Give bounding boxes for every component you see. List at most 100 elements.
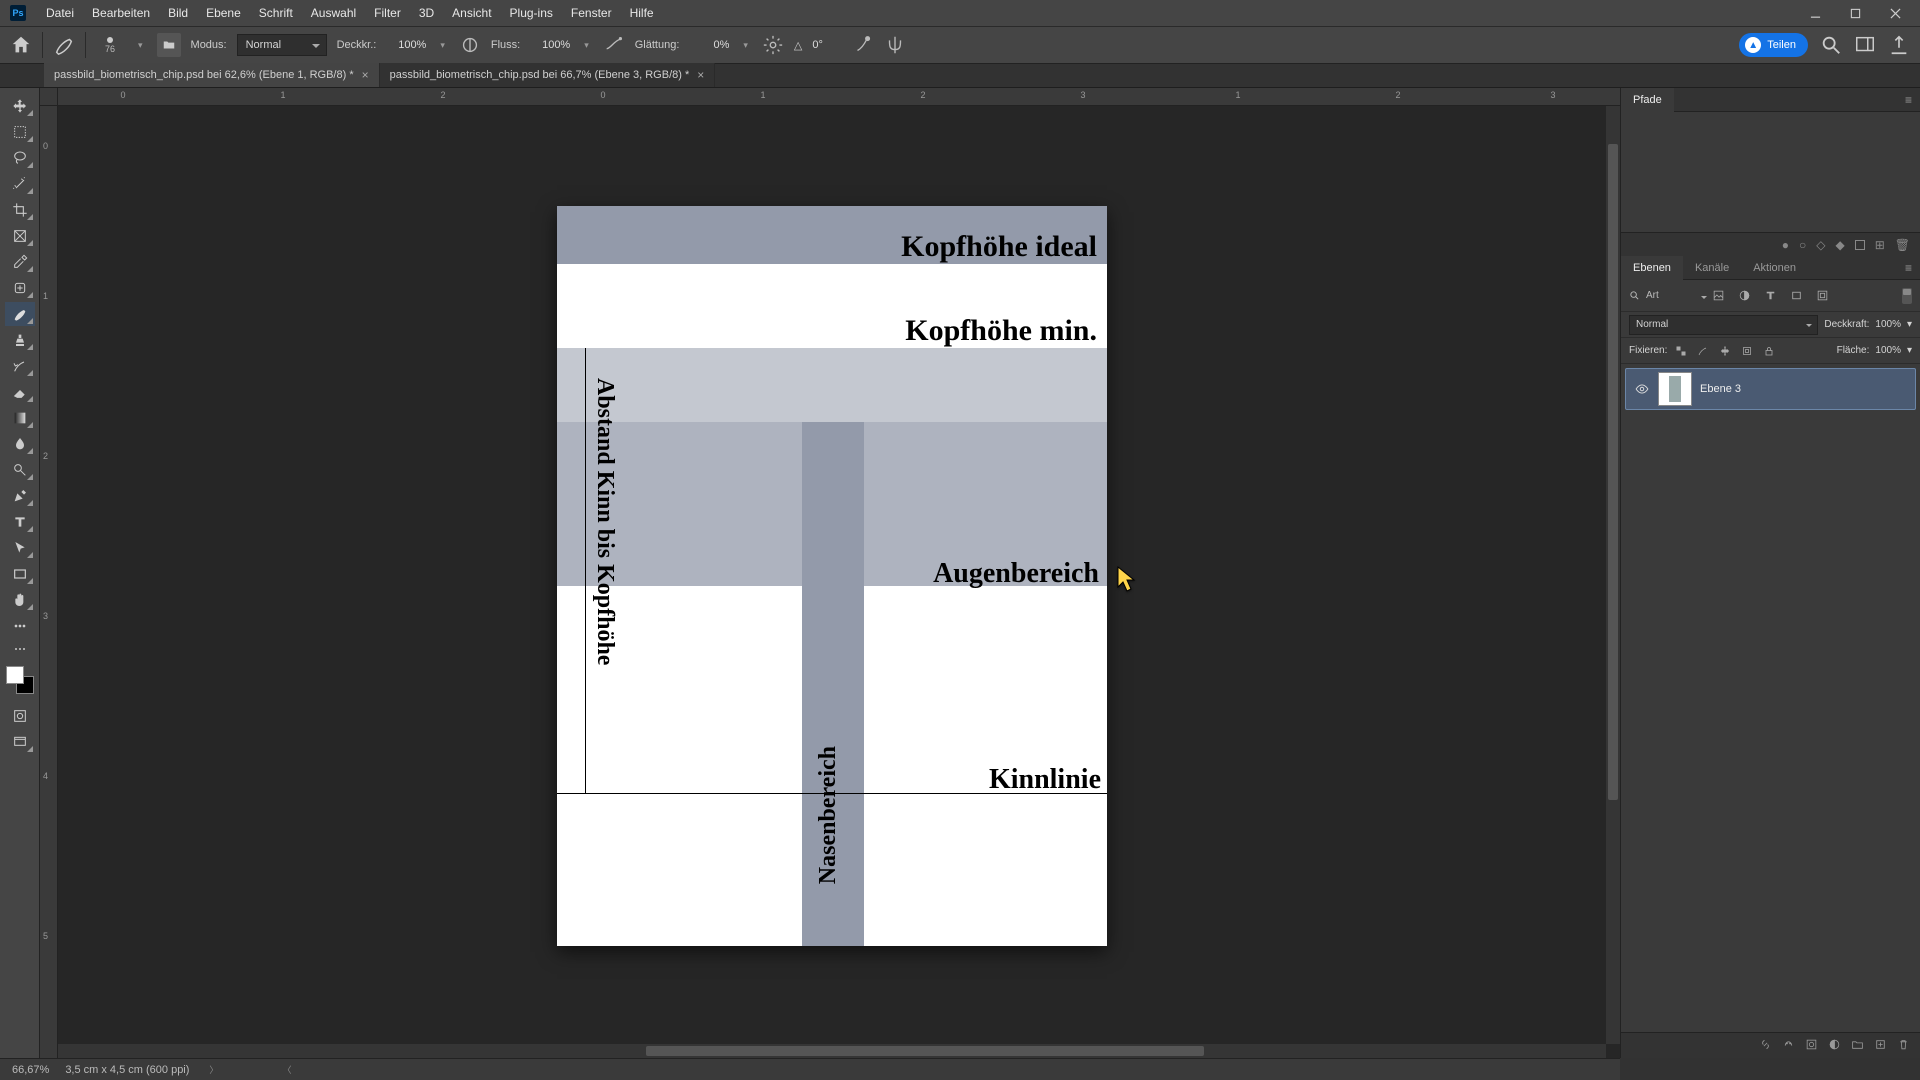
close-icon[interactable]: × xyxy=(362,68,369,82)
flow-value[interactable]: 100% xyxy=(530,39,570,51)
chevron-down-icon[interactable]: ▾ xyxy=(580,40,593,51)
menu-filter[interactable]: Filter xyxy=(366,0,409,26)
brush-preset-picker[interactable]: 76 xyxy=(96,31,124,59)
foreground-color-swatch[interactable] xyxy=(6,666,24,684)
layer-name[interactable]: Ebene 3 xyxy=(1700,383,1741,395)
type-tool[interactable] xyxy=(5,510,35,534)
panel-menu-icon[interactable]: ≡ xyxy=(1897,93,1920,107)
lock-position-icon[interactable] xyxy=(1717,343,1733,359)
export-icon[interactable] xyxy=(1888,34,1910,56)
history-brush-tool[interactable] xyxy=(5,354,35,378)
lock-artboard-icon[interactable] xyxy=(1739,343,1755,359)
pressure-size-icon[interactable] xyxy=(852,34,874,56)
menu-window[interactable]: Fenster xyxy=(563,0,620,26)
menu-3d[interactable]: 3D xyxy=(411,0,442,26)
filter-pixel-icon[interactable] xyxy=(1709,287,1727,305)
blend-mode-dropdown[interactable]: Normal xyxy=(237,34,327,56)
filter-toggle[interactable] xyxy=(1902,288,1912,304)
menu-view[interactable]: Ansicht xyxy=(444,0,499,26)
smoothing-gear-icon[interactable] xyxy=(762,34,784,56)
document-tab[interactable]: passbild_biometrisch_chip.psd bei 62,6% … xyxy=(44,63,380,87)
eyedropper-tool[interactable] xyxy=(5,250,35,274)
document-info[interactable]: 3,5 cm x 4,5 cm (600 ppi) xyxy=(65,1064,189,1076)
path-from-selection-icon[interactable]: ◆ xyxy=(1835,238,1844,252)
blur-tool[interactable] xyxy=(5,432,35,456)
document-canvas[interactable]: Kopfhöhe ideal Kopfhöhe min. Augenbereic… xyxy=(557,206,1107,946)
chevron-left-icon[interactable]: 〈 xyxy=(278,1063,295,1076)
magic-wand-tool[interactable] xyxy=(5,172,35,196)
window-close-button[interactable] xyxy=(1876,0,1914,26)
scrollbar-thumb[interactable] xyxy=(1608,144,1618,801)
brush-tool[interactable] xyxy=(5,302,35,326)
selection-from-path-icon[interactable]: ◇ xyxy=(1816,238,1825,252)
crop-tool[interactable] xyxy=(5,198,35,222)
filter-smart-icon[interactable] xyxy=(1813,287,1831,305)
stroke-path-icon[interactable]: ○ xyxy=(1799,238,1806,252)
foreground-background-colors[interactable] xyxy=(6,666,34,694)
delete-layer-icon[interactable] xyxy=(1897,1038,1910,1054)
scrollbar-thumb[interactable] xyxy=(646,1046,1203,1056)
tab-actions[interactable]: Aktionen xyxy=(1741,256,1808,280)
screen-mode-icon[interactable] xyxy=(5,730,35,754)
search-icon[interactable] xyxy=(1820,34,1842,56)
layer-mask-icon[interactable] xyxy=(1805,1038,1818,1054)
window-minimize-button[interactable] xyxy=(1796,0,1834,26)
healing-brush-tool[interactable] xyxy=(5,276,35,300)
opacity-value[interactable]: 100% xyxy=(386,39,426,51)
menu-file[interactable]: Datei xyxy=(38,0,82,26)
layer-opacity-value[interactable]: 100% xyxy=(1875,319,1901,330)
pen-tool[interactable] xyxy=(5,484,35,508)
chevron-down-icon[interactable]: ▾ xyxy=(1907,345,1912,356)
gradient-tool[interactable] xyxy=(5,406,35,430)
new-layer-icon[interactable] xyxy=(1874,1038,1887,1054)
eraser-tool[interactable] xyxy=(5,380,35,404)
menu-image[interactable]: Bild xyxy=(160,0,196,26)
delete-path-icon[interactable]: 🗑 xyxy=(1895,238,1910,252)
brush-tool-icon[interactable] xyxy=(53,34,75,56)
tab-layers[interactable]: Ebenen xyxy=(1621,256,1683,280)
link-layers-icon[interactable] xyxy=(1759,1038,1772,1054)
menu-help[interactable]: Hilfe xyxy=(622,0,662,26)
layer-filter-type[interactable]: Art xyxy=(1629,290,1701,301)
tab-paths[interactable]: Pfade xyxy=(1621,88,1674,112)
horizontal-scrollbar[interactable] xyxy=(58,1044,1606,1058)
path-selection-tool[interactable] xyxy=(5,536,35,560)
vertical-scrollbar[interactable] xyxy=(1606,106,1620,1044)
menu-layer[interactable]: Ebene xyxy=(198,0,249,26)
chevron-down-icon[interactable]: ▾ xyxy=(1907,319,1912,330)
layer-row[interactable]: Ebene 3 xyxy=(1625,368,1916,410)
fill-path-icon[interactable]: ● xyxy=(1782,238,1789,252)
dodge-tool[interactable] xyxy=(5,458,35,482)
filter-adjust-icon[interactable] xyxy=(1735,287,1753,305)
filter-type-icon[interactable] xyxy=(1761,287,1779,305)
chevron-down-icon[interactable]: ▾ xyxy=(134,40,147,51)
angle-value[interactable]: 0° xyxy=(812,39,842,51)
layer-style-icon[interactable] xyxy=(1782,1038,1795,1054)
menu-select[interactable]: Auswahl xyxy=(303,0,364,26)
clone-stamp-tool[interactable] xyxy=(5,328,35,352)
canvas-viewport[interactable]: Kopfhöhe ideal Kopfhöhe min. Augenbereic… xyxy=(58,106,1606,1044)
smoothing-value[interactable]: 0% xyxy=(689,39,729,51)
chevron-down-icon[interactable]: ▾ xyxy=(436,40,449,51)
lock-pixels-icon[interactable] xyxy=(1695,343,1711,359)
pressure-opacity-icon[interactable] xyxy=(459,34,481,56)
group-icon[interactable] xyxy=(1851,1038,1864,1054)
more-tools[interactable] xyxy=(5,614,35,638)
menu-plugins[interactable]: Plug-ins xyxy=(502,0,561,26)
quick-mask-icon[interactable] xyxy=(5,704,35,728)
marquee-tool[interactable] xyxy=(5,120,35,144)
layer-thumbnail[interactable] xyxy=(1658,372,1692,406)
brush-settings-icon[interactable] xyxy=(157,33,181,57)
workspace-icon[interactable] xyxy=(1854,34,1876,56)
share-button[interactable]: ▲ Teilen xyxy=(1739,33,1808,57)
symmetry-icon[interactable] xyxy=(884,34,906,56)
lock-transparency-icon[interactable] xyxy=(1673,343,1689,359)
hand-tool[interactable] xyxy=(5,588,35,612)
filter-shape-icon[interactable] xyxy=(1787,287,1805,305)
chevron-down-icon[interactable]: ▾ xyxy=(739,40,752,51)
airbrush-icon[interactable] xyxy=(603,34,625,56)
frame-tool[interactable] xyxy=(5,224,35,248)
fill-value[interactable]: 100% xyxy=(1875,345,1901,356)
home-icon[interactable] xyxy=(10,34,32,56)
new-path-icon[interactable]: ⊞ xyxy=(1875,238,1885,252)
